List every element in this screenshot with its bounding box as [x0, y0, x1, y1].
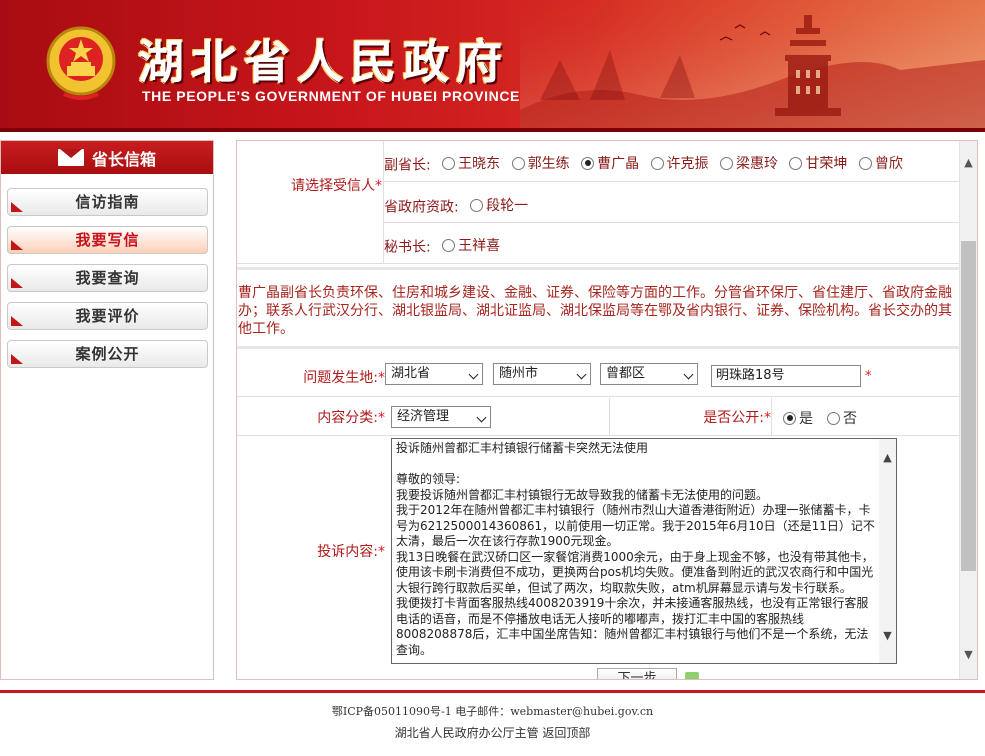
header-banner: 湖北省人民政府 THE PEOPLE'S GOVERNMENT OF HUBEI…: [0, 0, 985, 132]
category-select[interactable]: 经济管理: [391, 406, 491, 428]
scroll-down-icon[interactable]: ▼: [879, 629, 896, 646]
sidebar-header-label: 省长信箱: [91, 149, 156, 169]
sidebar: 省长信箱 信访指南 我要写信 我要查询 我要评价 案例公开: [0, 140, 214, 680]
site-title: 湖北省人民政府: [138, 35, 509, 89]
category-label: 内容分类:*: [317, 410, 385, 426]
recipient-label: 请选择受信人*: [291, 178, 382, 194]
advisor-group: 省政府资政: 段轮一: [384, 195, 528, 217]
advisor-title: 省政府资政:: [384, 199, 459, 216]
radio-icon: [511, 156, 525, 170]
address-input[interactable]: 明珠路18号: [711, 365, 861, 387]
sidebar-item-evaluate[interactable]: 我要评价: [7, 302, 208, 330]
mail-icon: [57, 149, 84, 166]
city-select[interactable]: 随州市: [493, 363, 591, 385]
recipient-option[interactable]: 段轮一: [470, 195, 528, 215]
site-subtitle-english: THE PEOPLE'S GOVERNMENT OF HUBEI PROVINC…: [142, 88, 520, 104]
scroll-down-icon[interactable]: ▼: [960, 646, 977, 663]
secretary-general-title: 秘书长:: [384, 239, 431, 256]
textarea-scrollbar[interactable]: ▲ ▼: [879, 439, 896, 663]
district-select[interactable]: 曾都区: [600, 363, 698, 385]
radio-icon: [858, 156, 872, 170]
national-emblem-icon: [46, 26, 116, 100]
yellow-crane-tower-scenery: [520, 0, 985, 128]
recipient-option[interactable]: 曾欣: [858, 153, 903, 173]
sidebar-item-public-cases[interactable]: 案例公开: [7, 340, 208, 368]
panel-scrollbar[interactable]: ▲ ▼: [959, 141, 977, 679]
complaint-text: 投诉随州曾都汇丰村镇银行储蓄卡突然无法使用 尊敬的领导: 我要投诉随州曾都汇丰村…: [396, 441, 875, 657]
sidebar-item-query[interactable]: 我要查询: [7, 264, 208, 292]
radio-icon: [442, 238, 456, 252]
complaint-label: 投诉内容:*: [317, 544, 385, 560]
radio-icon: [789, 156, 803, 170]
category-row: 内容分类:* 经济管理 是否公开:* 是 否: [237, 398, 959, 436]
recipient-option[interactable]: 王祥喜: [442, 235, 500, 255]
scroll-up-icon[interactable]: ▲: [879, 451, 896, 468]
radio-icon: [581, 156, 595, 170]
recipient-option[interactable]: 郭生练: [511, 153, 570, 173]
row-divider: [384, 181, 959, 182]
public-yes-option[interactable]: 是: [783, 408, 813, 428]
required-mark: *: [865, 369, 872, 384]
public-label: 是否公开:*: [703, 410, 771, 426]
row-divider: [771, 398, 772, 436]
next-step-button[interactable]: 下一步: [597, 668, 677, 679]
radio-icon: [442, 156, 456, 170]
recipient-option-selected[interactable]: 曹广晶: [581, 153, 639, 173]
status-indicator-icon: [685, 672, 699, 679]
recipient-row: 请选择受信人* 副省长: 王晓东 郭生练 曹广晶 许克振 梁惠玲 甘荣坤 曾欣 …: [237, 141, 959, 264]
recipient-description: 曹广晶副省长负责环保、住房和城乡建设、金融、证券、保险等方面的工作。分管省环保厅…: [237, 267, 959, 349]
recipient-option[interactable]: 王晓东: [442, 153, 500, 173]
sidebar-item-guide[interactable]: 信访指南: [7, 188, 208, 216]
banner-bottom-strip: [0, 128, 985, 132]
location-row: 问题发生地:* 湖北省 随州市 曾都区 明珠路18号 *: [237, 355, 959, 397]
complaint-textarea[interactable]: 投诉随州曾都汇丰村镇银行储蓄卡突然无法使用 尊敬的领导: 我要投诉随州曾都汇丰村…: [391, 438, 897, 664]
scroll-up-icon[interactable]: ▲: [960, 154, 977, 171]
recipient-option[interactable]: 许克振: [650, 153, 709, 173]
sidebar-nav: 信访指南 我要写信 我要查询 我要评价 案例公开: [1, 174, 213, 368]
public-options: 是 否: [783, 408, 857, 428]
public-no-option[interactable]: 否: [827, 408, 857, 428]
footer-owner-backtop[interactable]: 湖北省人民政府办公厅主管 返回顶部: [0, 724, 985, 741]
vice-governor-title: 副省长:: [384, 157, 431, 174]
radio-icon: [470, 198, 484, 212]
row-divider: [384, 222, 959, 223]
radio-icon: [719, 156, 733, 170]
recipient-option[interactable]: 梁惠玲: [719, 153, 778, 173]
letter-form: 请选择受信人* 副省长: 王晓东 郭生练 曹广晶 许克振 梁惠玲 甘荣坤 曾欣 …: [236, 140, 978, 680]
footer: 鄂ICP备05011090号-1 电子邮件：webmaster@hubei.go…: [0, 693, 985, 756]
location-label: 问题发生地:*: [303, 370, 385, 386]
footer-icp-email: 鄂ICP备05011090号-1 电子邮件：webmaster@hubei.go…: [331, 705, 654, 718]
scrollbar-thumb[interactable]: [961, 241, 976, 571]
row-divider: [609, 398, 610, 436]
sidebar-header: 省长信箱: [1, 141, 213, 174]
secretary-general-group: 秘书长: 王祥喜: [384, 235, 500, 257]
recipient-option[interactable]: 甘荣坤: [789, 153, 847, 173]
radio-icon: [650, 156, 664, 170]
radio-icon: [783, 411, 796, 425]
radio-icon: [827, 411, 840, 425]
province-select[interactable]: 湖北省: [385, 363, 483, 385]
sidebar-item-write-letter[interactable]: 我要写信: [7, 226, 208, 254]
vice-governor-group: 副省长: 王晓东 郭生练 曹广晶 许克振 梁惠玲 甘荣坤 曾欣: [384, 153, 903, 175]
